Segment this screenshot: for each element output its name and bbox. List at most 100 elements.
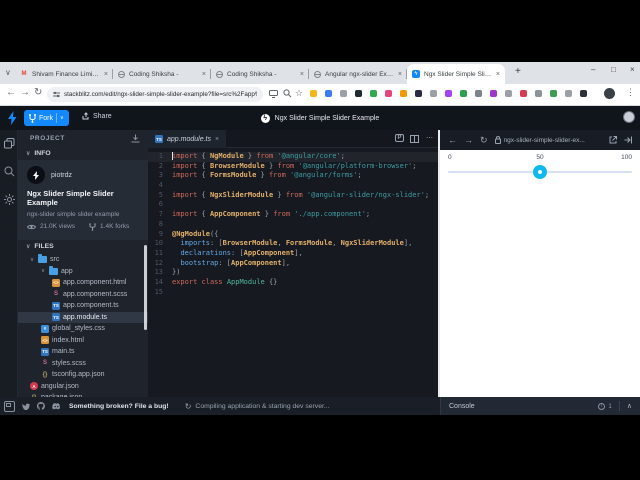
info-section-header[interactable]: ∨ INFO	[18, 147, 148, 160]
file-tree-item-global-styles-css[interactable]: # global_styles.css	[18, 323, 148, 335]
extension-icon[interactable]	[415, 90, 422, 97]
user-avatar[interactable]	[623, 111, 635, 123]
tab-close-icon[interactable]: ×	[398, 71, 402, 78]
file-tree-item-app-component-ts[interactable]: TS app.component.ts	[18, 300, 148, 312]
code-line[interactable]: 5 import { NgxSliderModule } from '@angul…	[148, 191, 440, 201]
files-section-header[interactable]: ∨ FILES	[18, 240, 148, 253]
tab-close-icon[interactable]: ×	[496, 71, 500, 78]
extension-icon[interactable]	[325, 90, 332, 97]
editor-tab-close-icon[interactable]: ×	[215, 136, 219, 143]
extension-icon[interactable]	[400, 90, 407, 97]
discord-icon[interactable]	[52, 402, 61, 410]
extension-icon[interactable]	[580, 90, 587, 97]
back-icon[interactable]: ←	[6, 87, 16, 98]
code-line[interactable]: 4	[148, 181, 440, 191]
address-bar[interactable]: stackblitz.com/edit/ngx-slider-simple-sl…	[47, 87, 263, 102]
tab-close-icon[interactable]: ×	[300, 71, 304, 78]
toggle-panel-icon[interactable]	[624, 136, 632, 144]
extension-icon[interactable]	[310, 90, 317, 97]
file-tree-item-angular-json[interactable]: Aangular.json	[18, 381, 148, 393]
file-tree-item-app-component-html[interactable]: <> app.component.html	[18, 277, 148, 289]
slider-handle[interactable]	[533, 165, 547, 179]
extension-icon[interactable]	[550, 90, 557, 97]
console-expand-icon[interactable]: ∧	[627, 402, 632, 410]
browser-tab[interactable]: M Shivam Finance Limited - Decl ×	[15, 64, 113, 84]
browser-tab[interactable]: ϟ Ngx Slider Simple Slider Examp ×	[407, 64, 505, 84]
preview-address[interactable]: ngx-slider-simple-slider-ex...	[494, 136, 602, 144]
file-tree-item-src[interactable]: ∨ src	[18, 254, 148, 266]
search-lens-icon[interactable]	[283, 89, 292, 98]
extension-icon[interactable]	[535, 90, 542, 97]
preview-back-icon[interactable]: ←	[448, 135, 457, 145]
bottom-panel-icon[interactable]	[4, 400, 15, 412]
file-tree-item-styles-scss[interactable]: Sstyles.scss	[18, 358, 148, 370]
file-tree-item-app[interactable]: ∨ app	[18, 265, 148, 278]
code-line[interactable]: 12 bootstrap: [AppComponent],	[148, 259, 440, 269]
fork-chevron-icon[interactable]: ∨	[60, 115, 64, 121]
extension-icon[interactable]	[355, 90, 362, 97]
prettier-icon[interactable]: P	[394, 134, 404, 142]
console-bar[interactable]: Console i 1 ∧	[440, 397, 640, 415]
file-tree-item-app-component-scss[interactable]: Sapp.component.scss	[18, 289, 148, 301]
open-in-new-icon[interactable]	[609, 136, 617, 144]
fork-button[interactable]: Fork ∨	[24, 110, 69, 126]
window-minimize-button[interactable]: –	[591, 65, 595, 74]
github-icon[interactable]	[37, 402, 45, 410]
window-close-button[interactable]: ×	[630, 65, 635, 74]
code-content[interactable]: 1 import { NgModule } from '@angular/core…	[148, 152, 440, 297]
browser-tab[interactable]: Coding Shiksha - ×	[113, 64, 211, 84]
files-panel-icon[interactable]	[4, 138, 15, 149]
share-button[interactable]: Share	[82, 112, 112, 120]
extension-icon[interactable]	[565, 90, 572, 97]
preview-reload-icon[interactable]: ↻	[480, 135, 488, 146]
url-text[interactable]: stackblitz.com/edit/ngx-slider-simple-sl…	[64, 91, 257, 98]
extension-icon[interactable]	[520, 90, 527, 97]
code-line[interactable]: 1 import { NgModule } from '@angular/core…	[148, 152, 440, 162]
browser-tab[interactable]: Coding Shiksha - ×	[211, 64, 309, 84]
bookmark-star-icon[interactable]: ☆	[295, 88, 303, 99]
browser-profile-avatar[interactable]	[604, 88, 615, 99]
extension-icon[interactable]	[370, 90, 377, 97]
browser-tab[interactable]: Angular ngx-slider Example 5) ×	[309, 64, 407, 84]
folder-chevron-icon[interactable]: ∨	[30, 257, 35, 263]
code-line[interactable]: 14 export class AppModule {}	[148, 278, 440, 288]
code-line[interactable]: 7 import { AppComponent } from './app.com…	[148, 210, 440, 220]
code-line[interactable]: 8	[148, 220, 440, 230]
code-line[interactable]: 11 declarations: [AppComponent],	[148, 249, 440, 259]
reload-icon[interactable]: ↻	[34, 87, 42, 98]
settings-gear-icon[interactable]	[4, 194, 15, 205]
search-panel-icon[interactable]	[4, 166, 15, 177]
owner-avatar[interactable]	[27, 166, 45, 184]
file-tree-item-app-module-ts[interactable]: TS app.module.ts	[18, 311, 148, 323]
console-info-badge[interactable]: i 1	[598, 402, 612, 410]
tab-search-chevron-icon[interactable]: ∨	[5, 68, 11, 77]
window-maximize-button[interactable]: □	[611, 65, 616, 74]
new-tab-button[interactable]: +	[515, 67, 521, 77]
file-tree-item-tsconfig-app-json[interactable]: {} tsconfig.app.json	[18, 369, 148, 381]
site-settings-icon[interactable]	[53, 91, 60, 98]
editor-tab-app-module[interactable]: TS app.module.ts ×	[148, 130, 227, 148]
owner-username[interactable]: piotrdz	[51, 172, 72, 179]
extension-icon[interactable]	[460, 90, 467, 97]
more-actions-icon[interactable]: ⋯	[426, 134, 433, 142]
extension-icon[interactable]	[445, 90, 452, 97]
export-download-icon[interactable]	[131, 134, 140, 143]
code-line[interactable]: 3 import { FormsModule } from '@angular/f…	[148, 171, 440, 181]
extension-icon[interactable]	[505, 90, 512, 97]
code-line[interactable]: 13})	[148, 268, 440, 278]
extension-icon[interactable]	[385, 90, 392, 97]
tab-close-icon[interactable]: ×	[104, 71, 108, 78]
code-line[interactable]: 6	[148, 200, 440, 210]
file-tree-item-index-html[interactable]: <> index.html	[18, 335, 148, 347]
extension-icon[interactable]	[475, 90, 482, 97]
file-tree-scrollbar[interactable]	[144, 245, 147, 330]
file-tree-item-main-ts[interactable]: TS main.ts	[18, 346, 148, 358]
folder-chevron-icon[interactable]: ∨	[41, 268, 46, 274]
preview-forward-icon[interactable]: →	[464, 135, 473, 145]
forward-icon[interactable]: →	[20, 87, 30, 98]
twitter-icon[interactable]	[22, 403, 30, 410]
code-line[interactable]: 9 @NgModule({	[148, 230, 440, 240]
split-editor-icon[interactable]	[410, 135, 419, 143]
code-line[interactable]: 15	[148, 288, 440, 298]
tab-close-icon[interactable]: ×	[202, 71, 206, 78]
